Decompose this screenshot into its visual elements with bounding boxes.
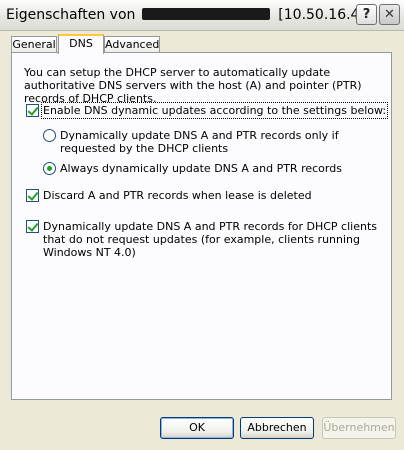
window-title-prefix: Eigenschaften von — [6, 7, 136, 23]
discard-records-checkbox[interactable] — [26, 189, 39, 202]
discard-records-label[interactable]: Discard A and PTR records when lease is … — [43, 189, 312, 202]
enable-dns-updates-checkbox[interactable] — [26, 104, 39, 117]
update-legacy-clients-checkbox[interactable] — [26, 220, 39, 233]
title-bar[interactable]: Eigenschaften von [10.50.16.4] ? ✕ — [0, 0, 404, 31]
apply-button[interactable]: Übernehmen — [322, 417, 396, 439]
update-legacy-clients-label[interactable]: Dynamically update DNS A and PTR records… — [43, 220, 378, 259]
intro-text: You can setup the DHCP server to automat… — [24, 66, 362, 105]
tab-advanced[interactable]: Advanced — [104, 36, 160, 53]
cancel-button[interactable]: Abbrechen — [240, 417, 314, 439]
tab-dns[interactable]: DNS — [58, 34, 104, 54]
always-update-radio[interactable] — [43, 162, 56, 175]
help-button[interactable]: ? — [356, 4, 377, 25]
always-update-label[interactable]: Always dynamically update DNS A and PTR … — [60, 162, 342, 175]
enable-dns-updates-label[interactable]: Enable DNS dynamic updates according to … — [40, 102, 389, 119]
close-button[interactable]: ✕ — [379, 4, 400, 25]
dns-tab-panel: You can setup the DHCP server to automat… — [11, 52, 392, 400]
window-title-suffix: [10.50.16.4] — [278, 7, 365, 23]
ok-button[interactable]: OK — [160, 417, 234, 439]
redacted-hostname — [141, 8, 270, 20]
update-if-requested-label[interactable]: Dynamically update DNS A and PTR records… — [60, 129, 360, 155]
window-title: Eigenschaften von [10.50.16.4] — [6, 7, 365, 23]
update-if-requested-radio[interactable] — [43, 129, 56, 142]
tab-general[interactable]: General — [11, 36, 57, 53]
